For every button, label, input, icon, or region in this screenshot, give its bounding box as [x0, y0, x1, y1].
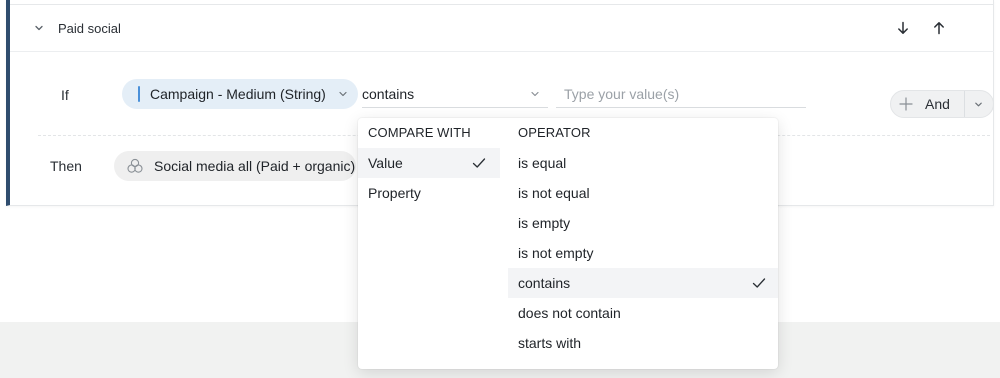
operator-option-label: is not empty: [518, 245, 594, 261]
operator-option-is-equal[interactable]: is equal: [508, 148, 778, 178]
check-icon: [472, 158, 486, 168]
compare-with-header: COMPARE WITH: [368, 125, 471, 140]
rule-title: Paid social: [58, 21, 121, 36]
compare-with-column: COMPARE WITH Value Property: [358, 118, 508, 369]
operator-option-label: contains: [518, 275, 571, 291]
compare-option-value[interactable]: Value: [358, 148, 500, 178]
arrow-up-icon[interactable]: [928, 17, 950, 39]
operator-option-label: does not contain: [518, 305, 621, 321]
chevron-down-icon: [531, 91, 539, 97]
operator-option-label: is empty: [518, 215, 571, 231]
operator-option-label: starts with: [518, 335, 582, 351]
operator-option-label: is not equal: [518, 185, 590, 201]
value-input[interactable]: [556, 80, 806, 108]
then-label: Then: [50, 158, 82, 174]
property-label: Campaign - Medium (String): [150, 86, 326, 102]
chevron-down-icon[interactable]: [32, 21, 46, 35]
if-label: If: [61, 87, 69, 103]
operator-column: OPERATOR is equal is not equal is empty …: [508, 118, 778, 369]
operator-option-is-not-empty[interactable]: is not empty: [508, 238, 778, 268]
check-icon: [752, 278, 766, 288]
operator-dropdown: COMPARE WITH Value Property OPERATOR is …: [358, 118, 778, 369]
operator-option-is-not-equal[interactable]: is not equal: [508, 178, 778, 208]
add-and-condition-button[interactable]: And: [891, 91, 965, 117]
property-selector[interactable]: Campaign - Medium (String): [122, 79, 358, 109]
and-button-group: And: [890, 90, 994, 118]
segment-circles-icon: [127, 158, 143, 173]
arrow-down-icon[interactable]: [892, 17, 914, 39]
operator-option-contains[interactable]: contains: [508, 268, 778, 298]
operator-select[interactable]: contains: [362, 80, 548, 108]
operator-option-is-empty[interactable]: is empty: [508, 208, 778, 238]
chevron-down-icon: [339, 91, 347, 97]
operator-option-does-not-contain[interactable]: does not contain: [508, 298, 778, 328]
and-options-toggle[interactable]: [965, 91, 993, 117]
chevron-down-icon: [975, 102, 983, 106]
property-marker: [138, 86, 140, 102]
compare-option-property[interactable]: Property: [358, 178, 508, 208]
segment-selector[interactable]: Social media all (Paid + organic): [114, 151, 356, 181]
compare-option-label: Property: [368, 185, 421, 201]
and-label: And: [925, 96, 950, 112]
operator-header: OPERATOR: [518, 125, 591, 140]
operator-option-partial: [508, 358, 778, 369]
operator-value: contains: [362, 85, 415, 102]
plus-icon: [899, 97, 913, 111]
rule-header: Paid social: [10, 4, 994, 52]
operator-option-label: is equal: [518, 155, 567, 171]
segment-label: Social media all (Paid + organic): [154, 158, 356, 174]
compare-option-label: Value: [368, 155, 403, 171]
operator-option-starts-with[interactable]: starts with: [508, 328, 778, 358]
